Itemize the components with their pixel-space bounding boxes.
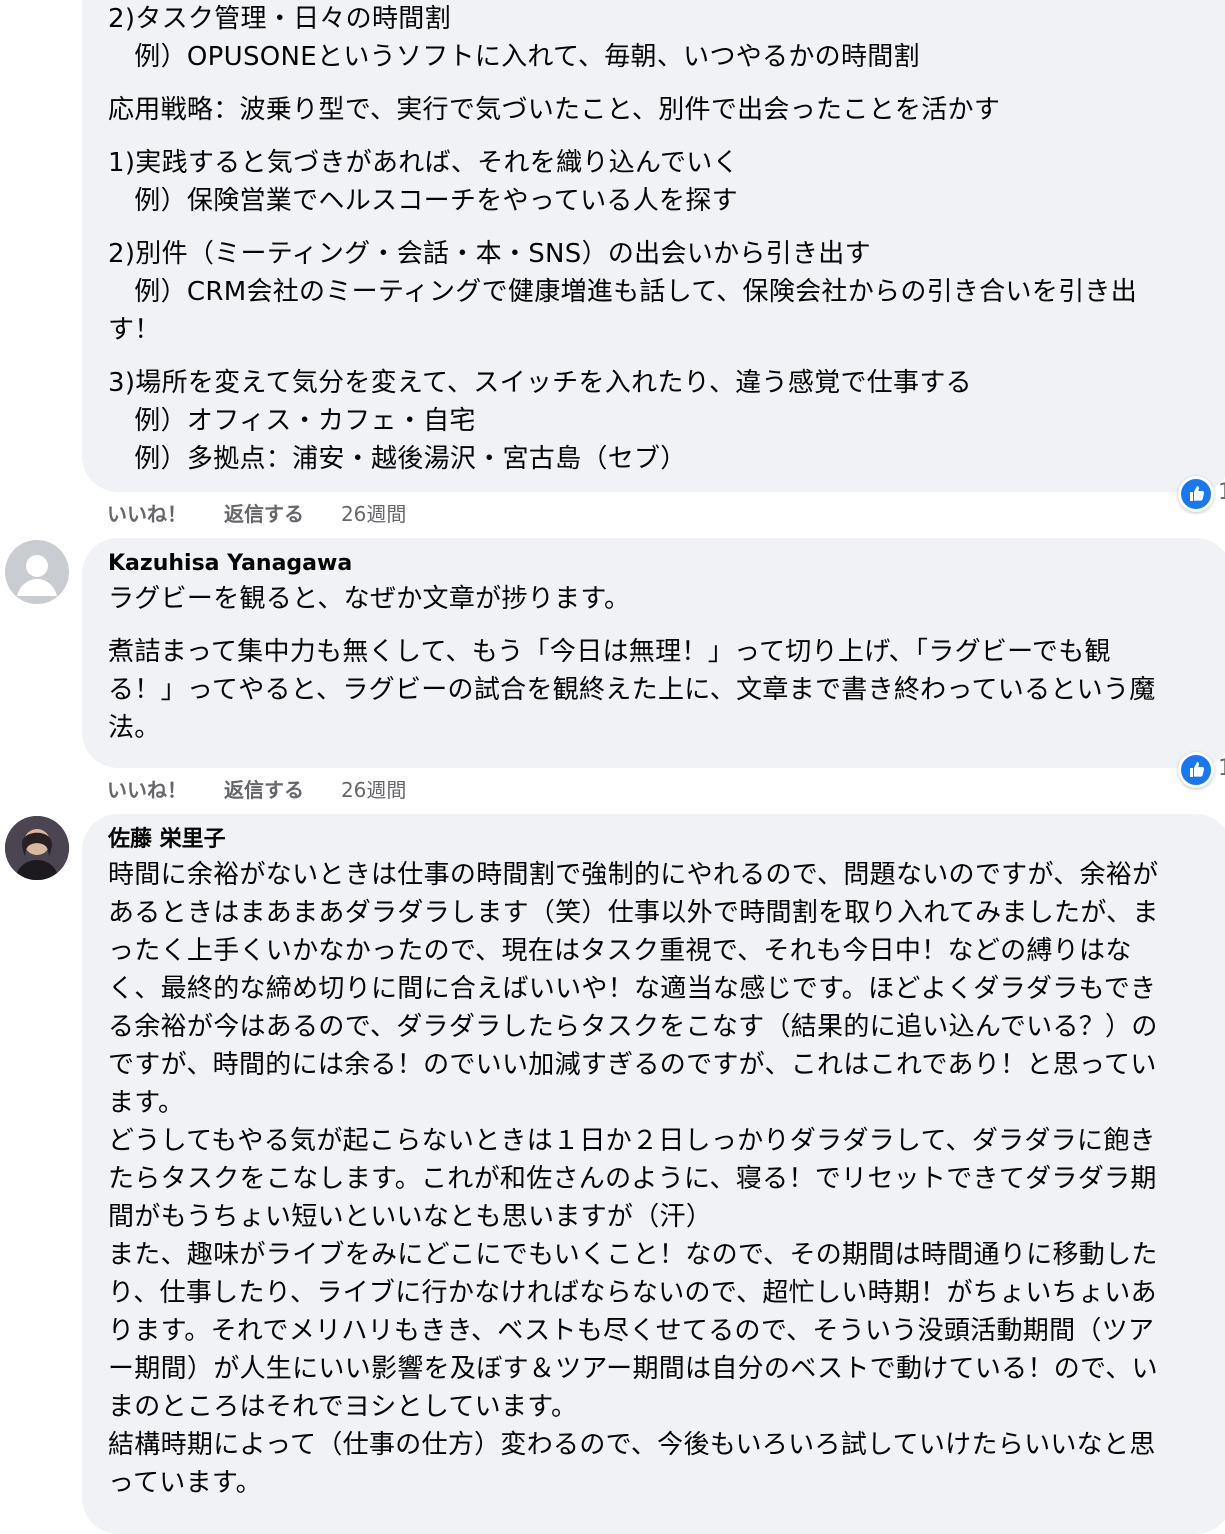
comment-line: ったく上手くいかなかったので、現在はタスク重視で、それも今日中！などの縛りはな <box>108 936 1132 966</box>
comment-line: まのところはそれでヨシとしています。 <box>108 1392 578 1422</box>
comment-bubble-2: Kazuhisa Yanagawa ラグビーを観ると、なぜか文章が捗ります。煮詰… <box>82 538 1225 768</box>
comment-text: ラグビーを観ると、なぜか文章が捗ります。煮詰まって集中力も無くして、もう「今日は… <box>108 580 1220 747</box>
comment-line: ですが、時間的には余る！のでいい加減すぎるのですが、これはこれであり！と思ってい <box>108 1050 1157 1080</box>
comment-line: 例）オフィス・カフェ・自宅 <box>108 406 476 436</box>
reply-link[interactable]: 返信する <box>224 502 304 526</box>
comment-line: 結構時期によって（仕事の仕方）変わるので、今後もいろいろ試していけたらいいなと思 <box>108 1430 1156 1460</box>
comment-line: ます。 <box>108 1088 185 1118</box>
comment-line: っています。 <box>108 1468 262 1498</box>
comment-line: どうしてもやる気が起こらないときは１日か２日しっかりダラダラして、ダラダラに飽き <box>108 1126 1156 1156</box>
comment-line: 応用戦略：波乗り型で、実行で気づいたこと、別件で出会ったことを活かす <box>108 95 1001 125</box>
comment-line: あるときはまあまあダラダラします（笑）仕事以外で時間割を取り入れてみましたが、ま <box>108 898 1159 928</box>
comment-actions-2: いいね！ 返信する 26週間 <box>107 774 436 803</box>
reaction-badge-1[interactable] <box>1178 476 1214 512</box>
comment-text: 時間に余裕がないときは仕事の時間割で強制的にやれるので、問題ないのですが、余裕が… <box>108 856 1220 1502</box>
comment-line: 法。 <box>108 713 161 743</box>
profile-photo-icon <box>5 816 69 880</box>
comment-line: り、仕事したり、ライブに行かなければならないので、超忙しい時期！がちょいちょいあ <box>108 1278 1157 1308</box>
comment-line: 例）多拠点：浦安・越後湯沢・宮古島（セブ） <box>108 444 687 474</box>
comment-line: る！」ってやると、ラグビーの試合を観終えた上に、文章まで書き終わっているという魔 <box>108 675 1156 705</box>
comment-line: ラグビーを観ると、なぜか文章が捗ります。 <box>108 584 631 614</box>
comment-line: 間がもうちょい短いといいなとも思いますが（汗） <box>108 1202 713 1232</box>
timestamp[interactable]: 26週間 <box>341 778 406 802</box>
comment-author[interactable]: 佐藤 栄里子 <box>108 814 1220 856</box>
comment-line: ー期間）が人生にいい影響を及ぼす＆ツアー期間は自分のベストで動けている！ので、い <box>108 1354 1158 1384</box>
timestamp[interactable]: 26週間 <box>341 502 406 526</box>
comment-line: 煮詰まって集中力も無くして、もう「今日は無理！」って切り上げ、「ラグビーでも観 <box>108 637 1111 667</box>
like-link[interactable]: いいね！ <box>107 502 187 526</box>
comment-line: 時間に余裕がないときは仕事の時間割で強制的にやれるので、問題ないのですが、余裕が <box>108 860 1159 890</box>
reaction-badge-2[interactable] <box>1178 752 1214 788</box>
comment-line: 3)場所を変えて気分を変えて、スイッチを入れたり、違う感覚で仕事する <box>108 368 972 398</box>
comment-line: す！ <box>108 315 161 345</box>
avatar[interactable] <box>5 540 69 604</box>
reply-link[interactable]: 返信する <box>224 778 304 802</box>
comment-line: たらタスクをこなします。これが和佐さんのように、寝る！でリセットできてダラダラ期 <box>108 1164 1157 1194</box>
comment-line: また、趣味がライブをみにどこにでもいくこと！なので、その期間は時間通りに移動した <box>108 1240 1158 1270</box>
comment-bubble-3: 佐藤 栄里子 時間に余裕がないときは仕事の時間割で強制的にやれるので、問題ないの… <box>82 814 1225 1534</box>
avatar[interactable] <box>5 816 69 880</box>
comment-line: 2)タスク管理・日々の時間割 <box>108 4 451 34</box>
reaction-count: 1 <box>1218 756 1225 781</box>
comment-line: 例）OPUSONEというソフトに入れて、毎朝、いつやるかの時間割 <box>108 42 920 72</box>
comment-line: 1)実践すると気づきがあれば、それを織り込んでいく <box>108 148 739 178</box>
comment-line: 例）CRM会社のミーティングで健康増進も話して、保険会社からの引き合いを引き出 <box>108 277 1138 307</box>
comment-actions-1: いいね！ 返信する 26週間 <box>107 498 436 527</box>
comment-line: ります。それでメリハリもきき、ベストも尽くせてるので、そういう没頭活動期間（ツア <box>108 1316 1155 1346</box>
comment-bubble-1: 2)タスク管理・日々の時間割 例）OPUSONEというソフトに入れて、毎朝、いつ… <box>82 0 1225 492</box>
like-thumb-icon <box>1181 755 1211 785</box>
like-thumb-icon <box>1181 479 1211 509</box>
comment-line: 2)別件（ミーティング・会話・本・SNS）の出会いから引き出す <box>108 239 871 269</box>
comment-line: く、最終的な締め切りに間に合えばいいや！な適当な感じです。ほどよくダラダラもでき <box>108 974 1157 1004</box>
comment-text: 2)タスク管理・日々の時間割 例）OPUSONEというソフトに入れて、毎朝、いつ… <box>108 0 1220 478</box>
comment-author[interactable]: Kazuhisa Yanagawa <box>108 538 1220 580</box>
default-avatar-icon <box>5 540 69 604</box>
comment-line: 例）保険営業でヘルスコーチをやっている人を探す <box>108 186 738 216</box>
reaction-count: 1 <box>1218 480 1225 505</box>
like-link[interactable]: いいね！ <box>107 778 187 802</box>
comment-line: る余裕が今はあるので、ダラダラしたらタスクをこなす（結果的に追い込んでいる？）の <box>108 1012 1158 1042</box>
